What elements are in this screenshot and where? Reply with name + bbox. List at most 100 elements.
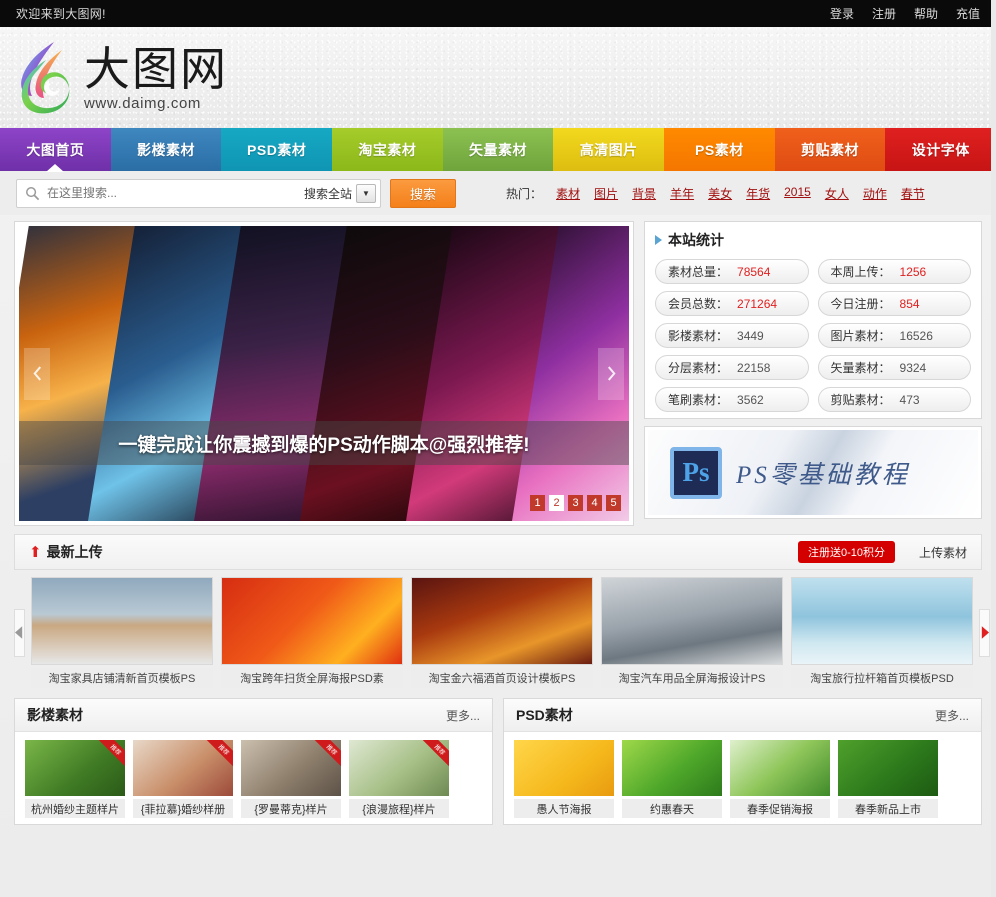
panel-card-2[interactable]: 推荐 {罗曼蒂克}样片	[241, 740, 341, 818]
recharge-link[interactable]: 充值	[956, 5, 980, 22]
card-caption[interactable]: 杭州婚纱主题样片	[25, 799, 125, 818]
ps-tutorial-banner[interactable]: Ps PS零基础教程	[644, 426, 982, 519]
hot-keyword-0[interactable]: 素材	[556, 185, 580, 202]
card-image[interactable]: 推荐	[133, 740, 233, 796]
register-bonus-badge[interactable]: 注册送0-10积分	[798, 541, 895, 563]
search-input[interactable]	[47, 186, 300, 200]
hot-keyword-9[interactable]: 春节	[901, 185, 925, 202]
slider-next-arrow[interactable]	[598, 348, 624, 400]
slider-page-4[interactable]: 4	[587, 495, 602, 511]
thumb-image[interactable]	[601, 577, 783, 665]
panel-card-0[interactable]: 愚人节海报	[514, 740, 614, 818]
slider-page-3[interactable]: 3	[568, 495, 583, 511]
nav-item-2[interactable]: PSD素材	[221, 128, 332, 171]
card-caption[interactable]: 愚人节海报	[514, 799, 614, 818]
panel-title: PSD素材	[516, 705, 935, 725]
register-link[interactable]: 注册	[872, 5, 896, 22]
card-caption[interactable]: 约惠春天	[622, 799, 722, 818]
card-image[interactable]	[514, 740, 614, 796]
search-box[interactable]: 搜索全站 ▼	[16, 179, 381, 208]
hot-keyword-5[interactable]: 年货	[746, 185, 770, 202]
card-image[interactable]: 推荐	[25, 740, 125, 796]
hot-keyword-8[interactable]: 动作	[863, 185, 887, 202]
hot-keyword-1[interactable]: 图片	[594, 185, 618, 202]
thumb-caption[interactable]: 淘宝金六福酒首页设计模板PS	[411, 668, 593, 688]
thumb-image[interactable]	[411, 577, 593, 665]
hot-keyword-2[interactable]: 背景	[632, 185, 656, 202]
latest-thumb-2[interactable]: 淘宝金六福酒首页设计模板PS	[411, 577, 593, 688]
card-image[interactable]: 推荐	[349, 740, 449, 796]
nav-item-1[interactable]: 影楼素材	[111, 128, 222, 171]
nav-item-4[interactable]: 矢量素材	[443, 128, 554, 171]
stat-value: 854	[900, 297, 920, 311]
category-panels: 影楼素材更多...推荐杭州婚纱主题样片推荐{菲拉慕}婚纱样册推荐{罗曼蒂克}样片…	[14, 698, 982, 825]
nav-item-6[interactable]: PS素材	[664, 128, 775, 171]
nav-item-8[interactable]: 设计字体	[885, 128, 996, 171]
latest-thumb-3[interactable]: 淘宝汽车用品全屏海报设计PS	[601, 577, 783, 688]
card-caption[interactable]: 春季新品上市	[838, 799, 938, 818]
panel-card-3[interactable]: 春季新品上市	[838, 740, 938, 818]
thumb-image[interactable]	[31, 577, 213, 665]
search-button[interactable]: 搜索	[390, 179, 456, 208]
card-caption[interactable]: {菲拉慕}婚纱样册	[133, 799, 233, 818]
slider-page-1[interactable]: 1	[530, 495, 545, 511]
recommend-ribbon: 推荐	[311, 740, 341, 770]
panel-card-0[interactable]: 推荐杭州婚纱主题样片	[25, 740, 125, 818]
nav-item-5[interactable]: 高清图片	[553, 128, 664, 171]
thumb-image[interactable]	[791, 577, 973, 665]
recommend-ribbon: 推荐	[95, 740, 125, 770]
thumb-image[interactable]	[221, 577, 403, 665]
up-arrow-icon: ⬆	[29, 543, 42, 561]
thumb-caption[interactable]: 淘宝跨年扫货全屏海报PSD素	[221, 668, 403, 688]
panel-0: 影楼素材更多...推荐杭州婚纱主题样片推荐{菲拉慕}婚纱样册推荐{罗曼蒂克}样片…	[14, 698, 493, 825]
hero-slider[interactable]: 一键完成让你震撼到爆的PS动作脚本@强烈推荐! 12345	[14, 221, 634, 526]
thumb-caption[interactable]: 淘宝汽车用品全屏海报设计PS	[601, 668, 783, 688]
card-image[interactable]: 推荐	[241, 740, 341, 796]
thumb-caption[interactable]: 淘宝旅行拉杆箱首页模板PSD	[791, 668, 973, 688]
help-link[interactable]: 帮助	[914, 5, 938, 22]
nav-item-7[interactable]: 剪贴素材	[775, 128, 886, 171]
card-image[interactable]	[622, 740, 722, 796]
nav-item-0[interactable]: 大图首页	[0, 128, 111, 171]
panel-card-1[interactable]: 约惠春天	[622, 740, 722, 818]
panel-1: PSD素材更多... 愚人节海报约惠春天春季促销海报春季新品上市	[503, 698, 982, 825]
login-link[interactable]: 登录	[830, 5, 854, 22]
page-scrollbar[interactable]	[991, 0, 996, 897]
chevron-down-icon[interactable]: ▼	[356, 184, 376, 203]
upload-material-link[interactable]: 上传素材	[919, 544, 967, 561]
search-scope-label[interactable]: 搜索全站	[300, 185, 356, 202]
carousel-next-icon[interactable]	[979, 609, 990, 657]
carousel-prev-icon[interactable]	[14, 609, 25, 657]
panel-card-2[interactable]: 春季促销海报	[730, 740, 830, 818]
panel-card-3[interactable]: 推荐 {浪漫旅程}样片	[349, 740, 449, 818]
latest-thumb-0[interactable]: 淘宝家具店铺清新首页模板PS	[31, 577, 213, 688]
stat-value: 1256	[900, 265, 927, 279]
card-image[interactable]	[838, 740, 938, 796]
slider-prev-arrow[interactable]	[24, 348, 50, 400]
hot-keyword-6[interactable]: 2015	[784, 185, 811, 202]
stats-grid: 素材总量：78564本周上传：1256会员总数：271264今日注册：854影楼…	[655, 259, 971, 412]
thumb-caption[interactable]: 淘宝家具店铺清新首页模板PS	[31, 668, 213, 688]
panel-more-link[interactable]: 更多...	[935, 707, 969, 724]
card-caption[interactable]: 春季促销海报	[730, 799, 830, 818]
card-caption[interactable]: {罗曼蒂克}样片	[241, 799, 341, 818]
slider-pagination: 12345	[530, 495, 621, 511]
slider-page-5[interactable]: 5	[606, 495, 621, 511]
search-row: 搜索全站 ▼ 搜索 热门： 素材图片背景羊年美女年货2015女人动作春节	[0, 171, 996, 215]
panel-more-link[interactable]: 更多...	[446, 707, 480, 724]
site-logo[interactable]: 大图网 www.daimg.com	[16, 40, 228, 116]
nav-item-3[interactable]: 淘宝素材	[332, 128, 443, 171]
stat-item-9: 剪贴素材：473	[818, 387, 972, 412]
hot-keyword-4[interactable]: 美女	[708, 185, 732, 202]
stat-label: 笔刷素材：	[668, 391, 728, 408]
card-caption[interactable]: {浪漫旅程}样片	[349, 799, 449, 818]
panel-card-1[interactable]: 推荐 {菲拉慕}婚纱样册	[133, 740, 233, 818]
hot-keyword-7[interactable]: 女人	[825, 185, 849, 202]
stat-value: 22158	[737, 361, 770, 375]
latest-thumb-4[interactable]: 淘宝旅行拉杆箱首页模板PSD	[791, 577, 973, 688]
slider-page-2[interactable]: 2	[549, 495, 564, 511]
latest-thumb-1[interactable]: 淘宝跨年扫货全屏海报PSD素	[221, 577, 403, 688]
stat-item-6: 分层素材：22158	[655, 355, 809, 380]
hot-keyword-3[interactable]: 羊年	[670, 185, 694, 202]
card-image[interactable]	[730, 740, 830, 796]
